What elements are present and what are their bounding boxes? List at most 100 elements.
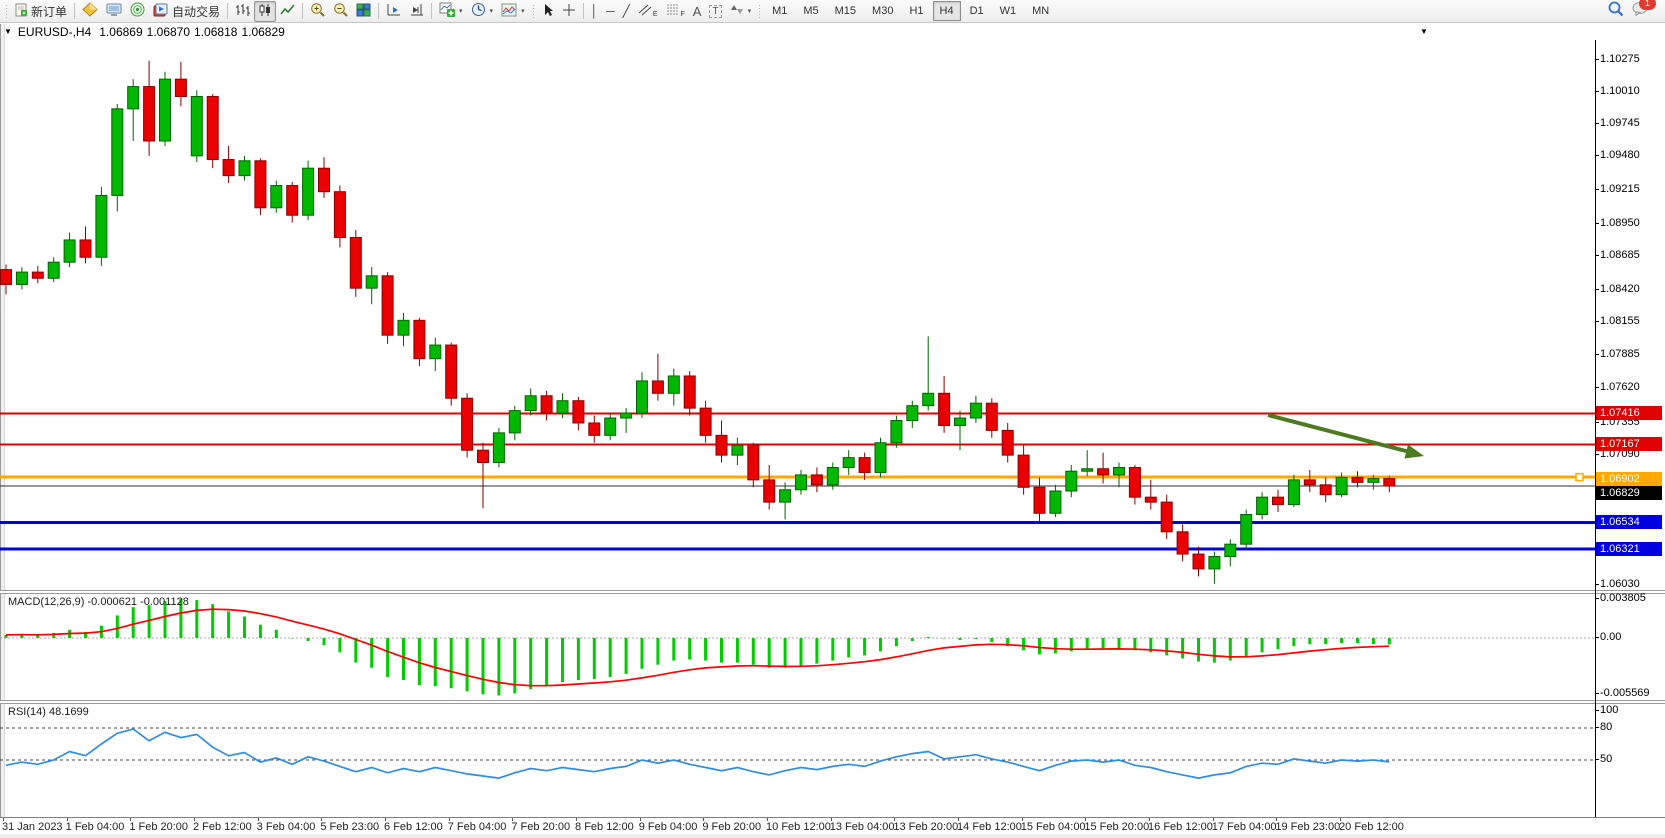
axis-tick: 1.08155 <box>1600 316 1640 327</box>
bar-chart-button[interactable] <box>231 1 254 22</box>
price-line-label: 1.06829 <box>1596 486 1662 500</box>
date-label: 13 Feb 04:00 <box>830 821 895 833</box>
timeframe-button-m15[interactable]: M15 <box>828 1 863 21</box>
timeframe-button-h4[interactable]: H4 <box>933 1 961 21</box>
horizontal-line-icon: ─ <box>606 5 615 17</box>
main-toolbar: 新订单 自动交易 <box>0 0 1665 23</box>
price-line-label: 1.06534 <box>1596 515 1662 529</box>
text-button[interactable]: A <box>689 1 706 22</box>
channel-icon <box>638 3 652 19</box>
chart-shift-icon <box>409 3 424 20</box>
timeframe-button-h1[interactable]: H1 <box>902 1 930 21</box>
date-tick <box>640 818 641 821</box>
axis-tick: 0.003805 <box>1600 593 1646 604</box>
zoom-out-button[interactable] <box>329 1 352 22</box>
auto-scroll-icon <box>386 3 401 20</box>
terminal-button[interactable] <box>102 1 126 22</box>
axis-tick: 1.09215 <box>1600 184 1640 195</box>
axis-tick: 100 <box>1600 705 1618 716</box>
new-order-label: 新订单 <box>31 3 67 20</box>
trendline-button[interactable]: ╱ <box>619 1 634 22</box>
market-depth-button[interactable] <box>78 1 102 22</box>
zoom-in-button[interactable] <box>306 1 329 22</box>
date-tick <box>894 818 895 821</box>
indicators-button[interactable]: ▾ <box>497 1 529 22</box>
line-chart-button[interactable] <box>276 1 299 22</box>
macd-pane[interactable] <box>0 594 1595 700</box>
crosshair-icon <box>562 3 576 20</box>
symbol-period-label: EURUSD-,H4 <box>18 25 91 39</box>
macd-label: MACD(12,26,9) -0.000621 -0.001128 <box>8 596 189 608</box>
auto-trading-icon <box>153 3 169 20</box>
periods-button[interactable]: ▾ <box>467 1 498 22</box>
rsi-value: 48.1699 <box>49 706 89 718</box>
auto-trading-label: 自动交易 <box>172 3 220 20</box>
timeframe-button-m30[interactable]: M30 <box>865 1 900 21</box>
timeframe-button-m1[interactable]: M1 <box>765 1 794 21</box>
toolbar-right-group: 1 <box>1608 1 1649 22</box>
date-tick <box>1340 818 1341 821</box>
date-tick <box>449 818 450 821</box>
auto-trading-button[interactable]: 自动交易 <box>149 1 224 22</box>
timeframe-button-m5[interactable]: M5 <box>796 1 825 21</box>
date-label: 3 Feb 04:00 <box>257 821 316 833</box>
main-price-chart[interactable] <box>0 40 1595 593</box>
date-label: 16 Feb 12:00 <box>1148 821 1213 833</box>
axis-tick: 1.09745 <box>1600 118 1640 129</box>
tile-windows-button[interactable] <box>352 1 375 22</box>
toolbar-grip[interactable] <box>757 3 762 19</box>
new-chart-button[interactable]: ▾ <box>435 1 467 22</box>
arrows-button[interactable]: ▾ <box>726 1 756 22</box>
date-tick <box>576 818 577 821</box>
chart-shift-marker-icon[interactable]: ▼ <box>1420 27 1428 36</box>
sonar-icon <box>130 2 145 20</box>
date-label: 31 Jan 2023 <box>2 821 63 833</box>
date-tick <box>385 818 386 821</box>
notification-badge: 1 <box>1639 0 1656 10</box>
axis-tick: 1.07885 <box>1600 349 1640 360</box>
horizontal-line-button[interactable]: ─ <box>602 1 619 22</box>
candlestick-chart-icon <box>258 3 272 20</box>
date-label: 9 Feb 20:00 <box>702 821 761 833</box>
price-line-label: 1.06902 <box>1596 472 1662 486</box>
mt4-window: 新订单 自动交易 <box>0 0 1665 838</box>
collapse-icon[interactable]: ▼ <box>4 27 12 36</box>
timeframe-button-d1[interactable]: D1 <box>963 1 991 21</box>
date-label: 20 Feb 12:00 <box>1339 821 1404 833</box>
text-label-icon: T <box>709 5 721 18</box>
notifications-button[interactable]: 1 <box>1632 1 1649 21</box>
date-label: 6 Feb 12:00 <box>384 821 443 833</box>
candlestick-chart-button[interactable] <box>254 1 276 22</box>
toolbar-grip[interactable] <box>4 3 9 19</box>
auto-scroll-button[interactable] <box>382 1 405 22</box>
date-tick <box>1022 818 1023 821</box>
date-tick <box>130 818 131 821</box>
axis-tick: 1.10275 <box>1600 54 1640 65</box>
text-icon: A <box>693 5 702 18</box>
signals-button[interactable] <box>126 1 149 22</box>
search-icon[interactable] <box>1608 1 1624 22</box>
vertical-line-button[interactable]: │ <box>587 1 603 22</box>
toolbar-separator <box>378 3 379 19</box>
ohlc-open: 1.06869 <box>99 25 142 39</box>
chart-shift-button[interactable] <box>405 1 428 22</box>
crosshair-button[interactable] <box>558 1 580 22</box>
axis-tick: 1.08950 <box>1600 218 1640 229</box>
fibonacci-button[interactable]: F <box>662 1 689 22</box>
date-label: 9 Feb 04:00 <box>639 821 698 833</box>
channel-e-label: E <box>653 11 658 18</box>
date-tick <box>1149 818 1150 821</box>
date-label: 17 Feb 04:00 <box>1212 821 1277 833</box>
equidistant-channel-button[interactable]: E <box>634 1 662 22</box>
date-label: 13 Feb 20:00 <box>893 821 958 833</box>
timeframe-button-mn[interactable]: MN <box>1025 1 1056 21</box>
terminal-icon <box>106 3 122 20</box>
timeframe-button-w1[interactable]: W1 <box>993 1 1024 21</box>
rsi-pane[interactable] <box>0 704 1595 816</box>
toolbar-grip[interactable] <box>531 3 536 19</box>
axis-tick: 1.06030 <box>1600 579 1640 590</box>
text-label-button[interactable]: T <box>705 1 725 22</box>
date-tick <box>194 818 195 821</box>
cursor-button[interactable] <box>538 1 558 22</box>
new-order-button[interactable]: 新订单 <box>11 1 71 22</box>
